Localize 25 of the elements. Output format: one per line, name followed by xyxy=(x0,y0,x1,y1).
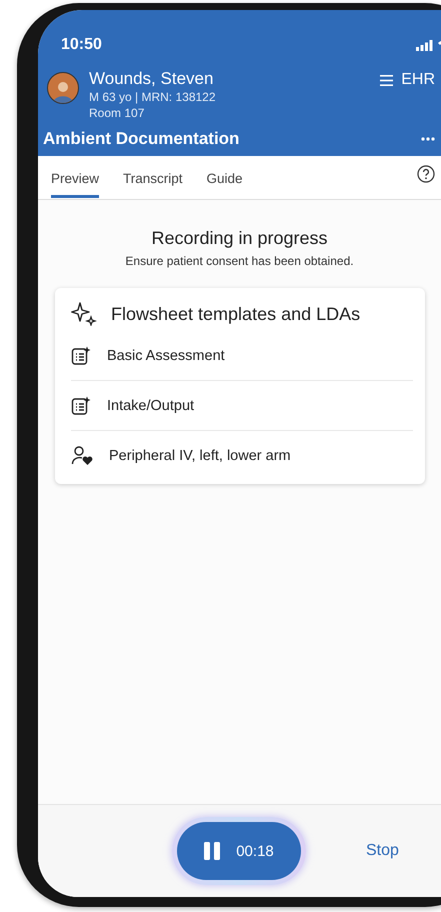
help-icon[interactable] xyxy=(417,165,435,183)
sparkle-icon xyxy=(71,302,97,326)
flowsheet-item[interactable]: Basic Assessment xyxy=(71,342,413,380)
person-heart-icon xyxy=(71,446,93,466)
status-time: 10:50 xyxy=(61,36,102,54)
more-icon[interactable] xyxy=(421,137,435,141)
flowsheet-item[interactable]: Intake/Output xyxy=(71,380,413,430)
tab[interactable]: Guide xyxy=(206,160,243,198)
page-title: Ambient Documentation xyxy=(43,129,240,149)
card-title: Flowsheet templates and LDAs xyxy=(111,304,360,324)
clipboard-sparkle-icon xyxy=(71,396,91,416)
stop-button[interactable]: Stop xyxy=(360,841,405,861)
consent-note: Ensure patient consent has been obtained. xyxy=(124,254,355,268)
pause-icon xyxy=(204,842,220,860)
patient-details: M 63 yo | MRN: 138122 xyxy=(89,89,217,105)
ehr-menu-button[interactable]: EHR xyxy=(380,71,435,89)
patient-name: Wounds, Steven xyxy=(89,69,214,89)
flowsheet-item[interactable]: Peripheral IV, left, lower arm xyxy=(71,430,413,480)
tab[interactable]: Transcript xyxy=(123,160,183,198)
patient-room: Room 107 xyxy=(89,105,146,121)
patient-avatar xyxy=(47,72,79,104)
clipboard-sparkle-icon xyxy=(71,346,91,366)
menu-icon xyxy=(380,74,394,86)
pause-timer-button[interactable]: 00:18 xyxy=(177,822,301,880)
recording-heading: Recording in progress xyxy=(150,228,329,249)
